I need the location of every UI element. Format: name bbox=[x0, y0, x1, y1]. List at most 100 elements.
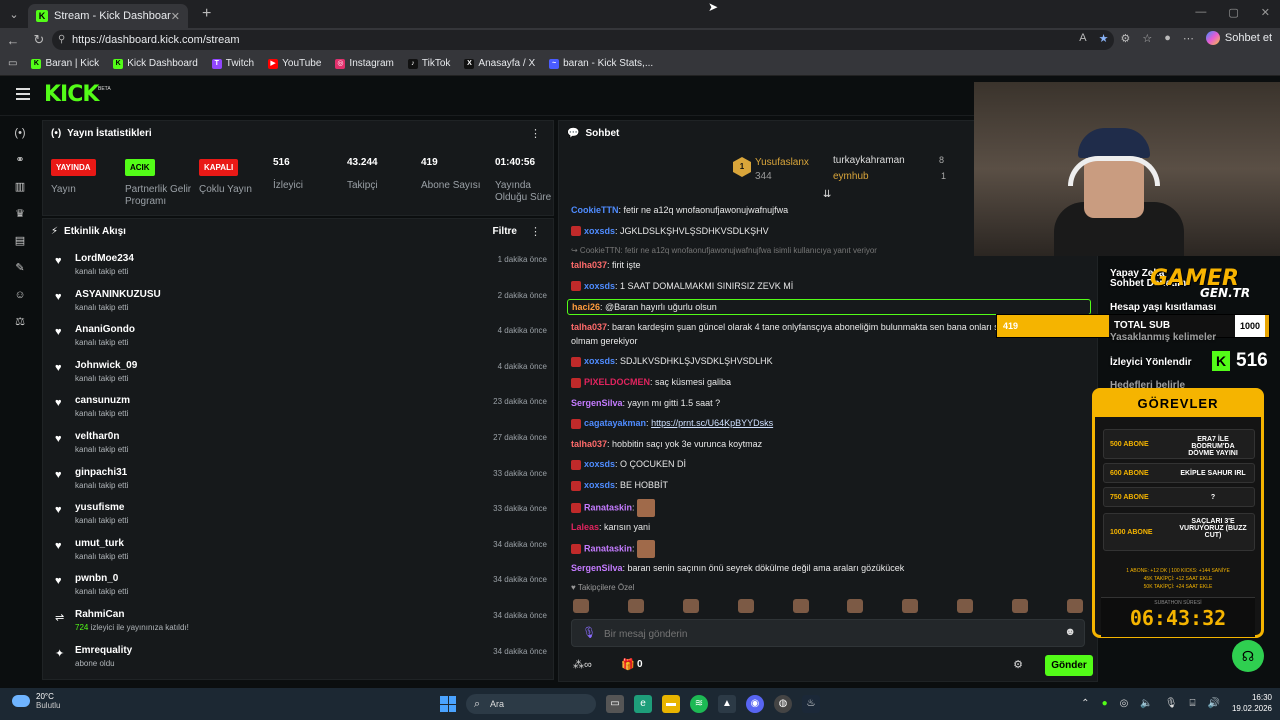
read-aloud-icon[interactable]: A bbox=[1079, 32, 1086, 44]
chevron-up-icon[interactable]: ⌃ bbox=[1081, 698, 1089, 709]
reload-icon[interactable]: ↻ bbox=[26, 32, 52, 48]
bookmark-twitch[interactable]: T Twitch bbox=[211, 58, 254, 69]
chat-username[interactable]: xoxsds bbox=[584, 459, 615, 469]
emote-icon[interactable] bbox=[792, 599, 809, 613]
chat-username[interactable]: Ranataskin bbox=[584, 502, 632, 512]
stats-menu-icon[interactable]: ⋮ bbox=[530, 127, 541, 140]
task-view-icon[interactable]: ▭ bbox=[606, 695, 624, 713]
feed-item[interactable]: ♥ velthar0n kanalı takip etti 27 dakika önc… bbox=[53, 429, 547, 465]
bookmark-x[interactable]: X Anasayfa / X bbox=[464, 58, 535, 69]
bookmark-instagram[interactable]: ◎ Instagram bbox=[335, 58, 394, 69]
moderation-icon[interactable]: ⚖ bbox=[0, 309, 40, 336]
emote-icon[interactable] bbox=[847, 599, 864, 613]
close-window-icon[interactable]: ✕ bbox=[1261, 6, 1270, 19]
chat-username[interactable]: Laleas bbox=[571, 522, 599, 532]
trophy-icon[interactable]: ♛ bbox=[0, 201, 40, 228]
close-tab-icon[interactable]: ✕ bbox=[171, 10, 180, 23]
channel-points-icon[interactable]: ⁂∞ bbox=[573, 658, 592, 671]
steam-icon[interactable]: ♨ bbox=[802, 695, 820, 713]
feed-item[interactable]: ♥ LordMoe234 kanalı takip etti 1 dakika önc… bbox=[53, 251, 547, 287]
chat-username[interactable]: xoxsds bbox=[584, 226, 615, 236]
taskbar-clock[interactable]: 16:30 19.02.2026 bbox=[1232, 692, 1272, 714]
weather-widget[interactable]: 20°C Bulutlu bbox=[12, 692, 60, 710]
network-icon[interactable]: ⌸ bbox=[1190, 698, 1196, 709]
emote-icon[interactable] bbox=[957, 599, 974, 613]
maximize-icon[interactable]: ▢ bbox=[1228, 6, 1238, 19]
send-button[interactable]: Gönder bbox=[1045, 655, 1093, 676]
gift-leaderboard[interactable]: 1 Yusufaslanx 344 turkaykahraman 8 eymhu… bbox=[729, 155, 989, 191]
extensions-icon[interactable]: ⚙ bbox=[1121, 32, 1131, 45]
status-dot-icon[interactable]: ● bbox=[1102, 698, 1108, 709]
app-icon[interactable]: ▲ bbox=[718, 695, 736, 713]
account-age-link[interactable]: Hesap yaşı kısıtlaması bbox=[1110, 302, 1216, 313]
edge-icon[interactable]: e bbox=[634, 695, 652, 713]
emote-icon[interactable] bbox=[682, 599, 699, 613]
headset-support-icon[interactable]: ☊ bbox=[1232, 640, 1264, 672]
emote-icon[interactable] bbox=[1012, 599, 1028, 613]
site-info-icon[interactable]: ⚲ bbox=[58, 30, 65, 50]
chat-message-input[interactable] bbox=[604, 625, 1044, 643]
chat-username[interactable]: xoxsds bbox=[584, 356, 615, 366]
spotify-icon[interactable]: ≋ bbox=[690, 695, 708, 713]
collections-icon[interactable]: ☆ bbox=[1142, 32, 1152, 45]
profile-avatar[interactable]: ● bbox=[1164, 32, 1171, 44]
menu-icon[interactable] bbox=[16, 88, 30, 100]
back-icon[interactable]: ← bbox=[0, 33, 26, 48]
chat-username[interactable]: PIXELDOCMEN bbox=[584, 377, 650, 387]
chat-username[interactable]: CookieTTN bbox=[571, 205, 619, 215]
discord-icon[interactable]: ◉ bbox=[746, 695, 764, 713]
taskbar-search[interactable]: Ara bbox=[466, 694, 596, 714]
tools-icon[interactable]: ✎ bbox=[0, 255, 40, 282]
new-tab-button[interactable]: + bbox=[202, 5, 211, 23]
feed-item[interactable]: ♥ umut_turk kanalı takip etti 34 dakika önc… bbox=[53, 536, 547, 572]
bookmark-kick-stats[interactable]: ~ baran - Kick Stats,... bbox=[549, 58, 653, 69]
feed-item[interactable]: ♥ cansunuzm kanalı takip etti 23 dakika önc… bbox=[53, 393, 547, 429]
chat-username[interactable]: SergenSilva bbox=[571, 398, 623, 408]
emoji-icon[interactable]: ☻ bbox=[1064, 626, 1076, 638]
app-tray-icon[interactable]: ◎ bbox=[1120, 698, 1129, 709]
analytics-icon[interactable]: ▥ bbox=[0, 174, 40, 201]
kick-logo[interactable]: KICK bbox=[44, 82, 99, 107]
community-icon[interactable]: ☺ bbox=[0, 282, 40, 309]
url-field[interactable]: ⚲ https://dashboard.kick.com/stream bbox=[52, 30, 1114, 50]
copilot-button[interactable]: Sohbet et bbox=[1205, 31, 1272, 45]
chat-username[interactable]: Ranataskin bbox=[584, 544, 632, 554]
tab-list-icon[interactable]: ⌄ bbox=[0, 8, 28, 21]
feed-item[interactable]: ♥ Johnwick_09 kanalı takip etti 4 dakika ön… bbox=[53, 358, 547, 394]
chat-username[interactable]: SergenSilva bbox=[571, 563, 623, 573]
emote-icon[interactable] bbox=[1066, 599, 1083, 613]
emote-icon[interactable] bbox=[902, 599, 919, 613]
chat-username[interactable]: talha037 bbox=[571, 439, 607, 449]
microphone-icon[interactable]: 🎙 bbox=[582, 626, 596, 639]
chat-username[interactable]: cagatayakman bbox=[584, 418, 646, 428]
volume-icon[interactable]: 🔈 bbox=[1140, 698, 1152, 709]
mic-tray-icon[interactable]: 🎙 bbox=[1165, 698, 1178, 709]
bookmark-tiktok[interactable]: ♪ TikTok bbox=[407, 58, 450, 69]
set-goals-link[interactable]: Hedefleri belirle bbox=[1110, 380, 1185, 388]
feed-item[interactable]: ♥ yusufisme kanalı takip etti 33 dakika önc… bbox=[53, 500, 547, 536]
broadcast-icon[interactable]: (•) bbox=[0, 120, 40, 147]
emote-icon[interactable] bbox=[627, 599, 644, 613]
chevron-down-icon[interactable]: ⇊ bbox=[823, 189, 831, 200]
minimize-icon[interactable]: — bbox=[1195, 6, 1206, 19]
obs-icon[interactable]: ◍ bbox=[774, 695, 792, 713]
filter-button[interactable]: Filtre bbox=[493, 226, 517, 237]
chat-username[interactable]: talha037 bbox=[571, 322, 607, 332]
emote-icon[interactable] bbox=[737, 599, 754, 613]
chat-settings-icon[interactable]: ⚙ bbox=[1013, 658, 1023, 671]
gift-icon[interactable]: 🎁 bbox=[621, 658, 635, 671]
bookmark-youtube[interactable]: ▶ YouTube bbox=[268, 58, 321, 69]
banned-words-link[interactable]: Yasaklanmış kelimeler bbox=[1110, 332, 1216, 343]
viewer-redirect-label[interactable]: İzleyici Yönlendir bbox=[1110, 357, 1192, 368]
bookmark-baran-kick[interactable]: K Baran | Kick bbox=[31, 58, 99, 69]
more-menu-icon[interactable]: ⋯ bbox=[1183, 32, 1194, 45]
windows-start-icon[interactable] bbox=[440, 696, 456, 712]
feed-item[interactable]: ♥ ginpachi31 kanalı takip etti 33 dakika ön… bbox=[53, 465, 547, 501]
feed-item[interactable]: ♥ AnaniGondo kanalı takip etti 4 dakika önc… bbox=[53, 322, 547, 358]
file-explorer-icon[interactable]: ▬ bbox=[662, 695, 680, 713]
feed-item[interactable]: ✦ Emrequality abone oldu 34 dakika önce bbox=[53, 643, 547, 679]
speaker-icon[interactable]: 🔊 bbox=[1208, 698, 1220, 709]
feed-item[interactable]: ♥ pwnbn_0 kanalı takip etti 34 dakika önce bbox=[53, 571, 547, 607]
feed-item[interactable]: ⇌ RahmiCan 724 izleyici ile yayınınıza kat… bbox=[53, 607, 547, 643]
chat-username[interactable]: xoxsds bbox=[584, 281, 615, 291]
